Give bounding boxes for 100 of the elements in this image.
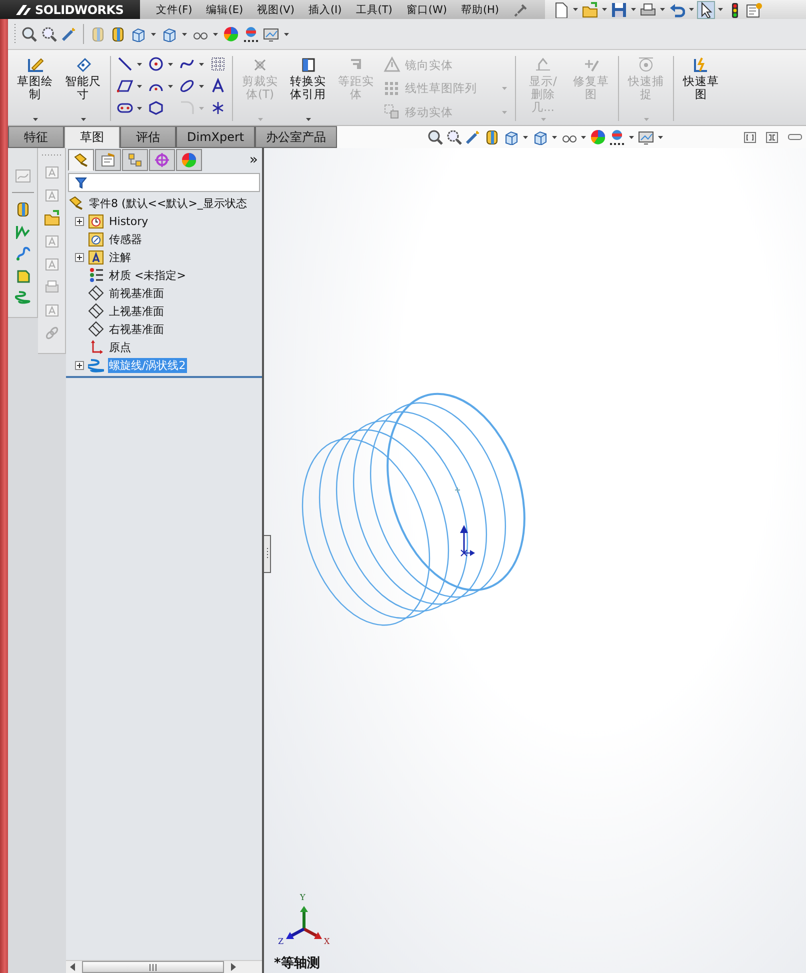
polygon-icon[interactable] [148,100,164,116]
circle-icon[interactable] [148,56,164,72]
ribbon-button[interactable]: 智能尺寸 [60,54,106,123]
tree-item[interactable]: 材质 <未指定> [108,268,187,282]
grip-icon[interactable] [40,154,62,157]
panel-tab[interactable] [95,149,121,171]
panel-tab[interactable] [68,149,94,171]
zoom-to-fit-icon[interactable] [21,26,37,42]
ribbon-button[interactable]: 转换实体引用 [285,54,331,123]
ribbon-button[interactable]: 快速草图 [678,54,724,123]
caret-icon[interactable] [657,134,664,140]
folder-image-icon[interactable] [44,210,60,226]
helix-icon[interactable] [14,289,30,305]
asterisk-icon[interactable] [210,100,226,116]
caret-icon[interactable] [551,134,558,140]
menu-item[interactable]: 窗口(W) [406,2,447,16]
undo-icon[interactable] [669,2,685,18]
restore-icon[interactable] [744,132,756,142]
caret-icon[interactable] [136,106,143,110]
display-style-icon[interactable] [161,26,177,42]
printer-icon[interactable] [640,2,656,18]
ribbon-button[interactable]: 草图绘制 [12,54,58,123]
caret-icon[interactable] [717,7,724,12]
filter-field[interactable] [68,173,260,192]
caret-icon[interactable] [522,134,530,140]
tree-item[interactable]: 零件8 (默认<<默认>_显示状态 [88,196,248,210]
command-tab[interactable]: 评估 [120,127,176,148]
save-icon[interactable] [611,2,627,18]
menu-item[interactable]: 视图(V) [257,2,294,16]
horizontal-scrollbar[interactable] [66,960,262,973]
text-icon[interactable] [210,78,226,94]
caret-icon[interactable] [136,84,143,88]
appearance-icon[interactable] [223,26,239,42]
tree-item[interactable]: 注解 [108,250,132,264]
grip-icon[interactable] [14,23,17,45]
caret-icon[interactable] [659,7,666,12]
caret-icon[interactable] [630,7,637,12]
display-style-icon[interactable] [532,129,548,145]
view-orientation-icon[interactable] [503,129,520,145]
caret-icon[interactable] [167,62,174,66]
menu-item[interactable]: 工具(T) [356,2,392,16]
tile-icon[interactable] [766,132,778,142]
tree-item[interactable]: 右视基准面 [108,322,165,336]
scroll-left-icon[interactable] [70,963,76,971]
grid-icon[interactable] [210,56,226,72]
view-orientation-icon[interactable] [130,26,146,42]
caret-icon[interactable] [198,62,205,66]
previous-view-icon[interactable] [465,129,482,145]
caret-icon[interactable] [80,116,86,122]
menu-item[interactable]: 插入(I) [308,2,342,16]
zoom-area-icon[interactable] [446,129,462,145]
section-view-icon[interactable] [484,129,500,145]
cursor-icon[interactable] [698,2,714,18]
caret-icon[interactable] [283,32,290,36]
caret-icon[interactable] [150,32,157,36]
filter-icon[interactable] [75,176,87,188]
caret-icon[interactable] [32,116,38,122]
view-settings-icon[interactable] [638,129,654,145]
panel-tab[interactable] [149,149,175,171]
caret-icon[interactable] [136,62,143,66]
tree-item[interactable]: 传感器 [108,232,143,246]
pin-icon[interactable] [513,2,530,18]
menu-item[interactable]: 文件(F) [156,2,192,16]
zoom-to-fit-icon[interactable] [427,129,444,145]
ellipse-icon[interactable] [179,78,195,94]
view-settings-icon[interactable] [263,26,279,42]
line-icon[interactable] [117,56,133,72]
caret-icon[interactable] [304,116,312,122]
menu-item[interactable]: 帮助(H) [460,2,500,16]
expand-icon[interactable] [75,252,84,262]
caret-icon[interactable] [572,7,579,12]
slot-icon[interactable] [117,100,133,116]
tree-item[interactable]: 上视基准面 [108,304,165,318]
command-tab[interactable]: 办公室产品 [255,127,338,148]
scene-icon[interactable] [609,129,626,145]
caret-icon[interactable] [198,84,205,88]
expand-panel-button[interactable]: » [249,152,262,168]
caret-icon[interactable] [601,7,608,12]
polyline-icon[interactable] [14,223,30,239]
scrollbar-thumb[interactable] [82,961,224,973]
section-view-icon[interactable] [110,26,126,42]
zoom-area-icon[interactable] [41,26,57,42]
command-tab[interactable]: DimXpert [176,127,256,148]
previous-view-icon[interactable] [61,26,77,42]
graphics-area[interactable]: Y Z X *等轴测 [264,148,806,973]
curve-icon[interactable] [14,245,30,261]
scene-icon[interactable] [243,26,259,42]
menu-item[interactable]: 编辑(E) [206,2,244,16]
caret-icon[interactable] [212,32,219,36]
panel-tab[interactable] [122,149,148,171]
open-folder-icon[interactable] [582,2,598,18]
tree-item[interactable]: 前视基准面 [108,286,165,300]
tree-item[interactable]: History [108,214,150,228]
caret-icon[interactable] [181,32,188,36]
command-tab[interactable]: 特征 [8,127,64,148]
panel-collapse-handle[interactable] [264,535,271,573]
panel-tab[interactable] [176,149,202,171]
expand-icon[interactable] [75,360,84,370]
appearance-icon[interactable] [590,129,606,145]
options-icon[interactable] [746,2,762,18]
